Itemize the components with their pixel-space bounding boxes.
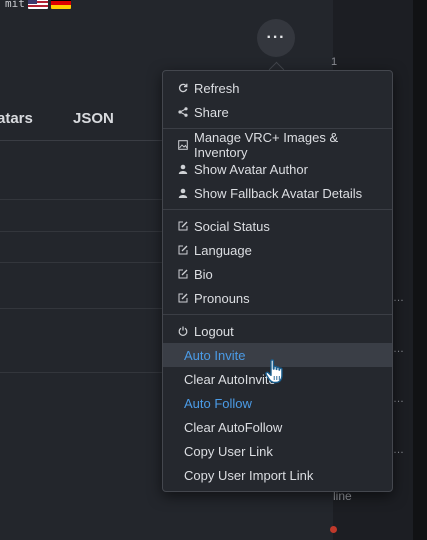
scrollbar-track[interactable]	[413, 0, 427, 540]
menu-item-label: Clear AutoFollow	[184, 419, 283, 435]
menu-item-label: Show Fallback Avatar Details	[194, 185, 363, 201]
more-options-button[interactable]: ···	[257, 19, 295, 57]
us-flag-icon	[27, 0, 48, 9]
side-more-icon[interactable]: …	[393, 444, 404, 456]
menu-divider	[163, 314, 392, 315]
language-label: mit	[5, 0, 25, 10]
menu-item-pronouns[interactable]: Pronouns	[163, 286, 392, 310]
power-icon	[177, 326, 188, 337]
menu-item-bio[interactable]: Bio	[163, 262, 392, 286]
menu-item-copy-user-import-link[interactable]: Copy User Import Link	[163, 463, 392, 487]
image-icon	[177, 140, 188, 151]
refresh-icon	[177, 83, 188, 94]
menu-item-label: Logout	[194, 323, 234, 339]
tab-avatars[interactable]: atars	[0, 110, 33, 127]
menu-item-label: Social Status	[194, 218, 270, 234]
language-row: mit	[5, 0, 71, 10]
ellipsis-icon: ···	[266, 29, 286, 46]
menu-divider	[163, 128, 392, 129]
hand-cursor-icon	[264, 359, 286, 390]
edit-icon	[177, 269, 188, 280]
side-more-icon[interactable]: …	[393, 393, 404, 405]
menu-item-label: Language	[194, 242, 252, 258]
side-more-icon[interactable]: …	[393, 343, 404, 355]
menu-item-label: Refresh	[194, 80, 240, 96]
menu-item-refresh[interactable]: Refresh	[163, 76, 392, 100]
menu-item-label: Auto Follow	[184, 395, 252, 411]
menu-item-show-avatar-author[interactable]: Show Avatar Author	[163, 157, 392, 181]
edit-icon	[177, 245, 188, 256]
status-dot	[330, 526, 337, 533]
menu-item-show-fallback-avatar[interactable]: Show Fallback Avatar Details	[163, 181, 392, 205]
menu-item-label: Clear AutoInvite	[184, 371, 276, 387]
menu-item-label: Pronouns	[194, 290, 250, 306]
german-flag-icon	[50, 0, 71, 9]
menu-item-share[interactable]: Share	[163, 100, 392, 124]
menu-item-social-status[interactable]: Social Status	[163, 214, 392, 238]
side-glyph: 1	[331, 56, 338, 68]
options-dropdown-menu: Refresh Share Manage VRC+ Images & Inven…	[162, 70, 393, 492]
menu-item-copy-user-link[interactable]: Copy User Link	[163, 439, 392, 463]
tab-json[interactable]: JSON	[73, 110, 114, 127]
menu-item-label: Copy User Link	[184, 443, 273, 459]
menu-item-logout[interactable]: Logout	[163, 319, 392, 343]
menu-item-clear-autofollow[interactable]: Clear AutoFollow	[163, 415, 392, 439]
share-icon	[177, 107, 188, 118]
menu-divider	[163, 209, 392, 210]
menu-item-label: Manage VRC+ Images & Inventory	[194, 130, 339, 160]
menu-item-auto-follow[interactable]: Auto Follow	[163, 391, 392, 415]
edit-icon	[177, 221, 188, 232]
user-icon	[177, 164, 188, 175]
menu-item-manage-vrc-images[interactable]: Manage VRC+ Images & Inventory	[163, 130, 392, 160]
menu-item-label: Bio	[194, 266, 213, 282]
side-more-icon[interactable]: …	[393, 292, 404, 304]
menu-item-label: Auto Invite	[184, 347, 246, 363]
menu-item-label: Share	[194, 104, 229, 120]
menu-item-label: Copy User Import Link	[184, 467, 314, 483]
menu-item-label: Show Avatar Author	[194, 161, 308, 177]
menu-item-language[interactable]: Language	[163, 238, 392, 262]
user-icon	[177, 188, 188, 199]
edit-icon	[177, 293, 188, 304]
